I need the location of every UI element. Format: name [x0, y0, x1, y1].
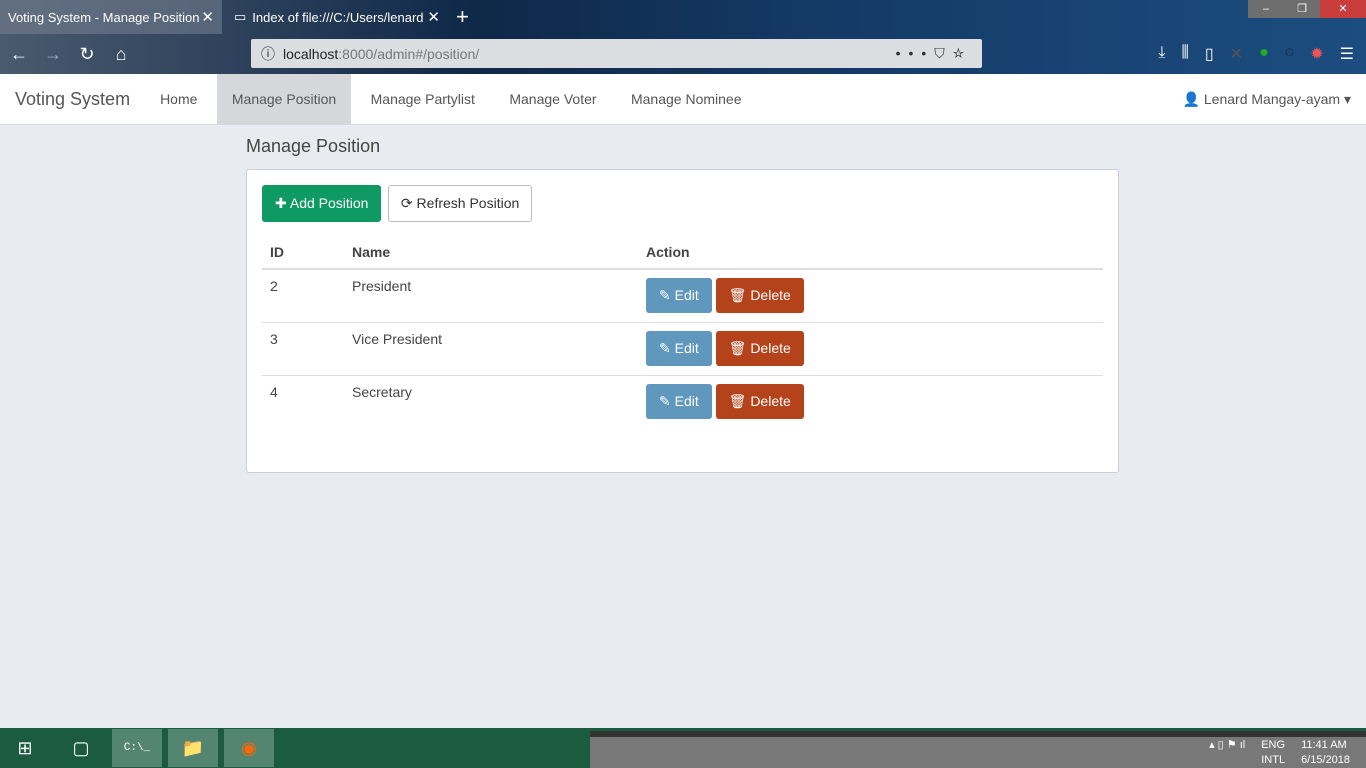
extension-ring-icon[interactable]: ◌ [1285, 44, 1295, 64]
col-action: Action [638, 236, 1103, 270]
label: Edit [674, 392, 699, 409]
label: Refresh Position [416, 195, 520, 211]
trash-icon: 🗑 [728, 339, 747, 356]
label: Add Position [289, 195, 369, 211]
new-tab-button[interactable]: + [456, 4, 469, 30]
info-icon: ⓘ [261, 45, 275, 62]
cell-id: 4 [262, 374, 344, 428]
edit-icon: ✎ [659, 392, 671, 409]
refresh-position-button[interactable]: ⟳ Refresh Position [387, 185, 533, 222]
label: Edit [674, 287, 699, 303]
table-row: 4 Secretary ✎ Edit 🗑 Delete [262, 374, 1103, 428]
extension-x-icon[interactable]: ✕ [1230, 44, 1243, 64]
cell-name: Secretary [344, 374, 638, 428]
browser-chrome: Voting System - Manage Position ✕ ▭ Index … [0, 0, 1366, 74]
trash-icon: 🗑 [728, 287, 747, 303]
tab-label: Voting System - Manage Position [8, 9, 200, 25]
brand[interactable]: Voting System [0, 89, 145, 110]
label: Delete [750, 392, 791, 409]
cell-action: ✎ Edit 🗑 Delete [638, 374, 1103, 428]
clock-time[interactable]: 11:41 AM [1301, 739, 1347, 751]
tab-voting-system[interactable]: Voting System - Manage Position ✕ [0, 0, 222, 34]
tray-icons[interactable]: ▴ ▯ ⚑ ıl [1209, 738, 1245, 768]
file-explorer-icon[interactable]: 📁 [168, 729, 218, 767]
user-name: Lenard Mangay-ayam [1203, 90, 1341, 107]
library-icon[interactable]: ⫼ [1181, 44, 1188, 64]
extension-green-icon[interactable]: ● [1259, 44, 1269, 64]
taskbar: ⊞ ▢ C:\_ 📁 ◉ ▴ ▯ ⚑ ıl ENG INTL 11:41 AM 6/… [0, 728, 1366, 768]
task-view-icon[interactable]: ▢ [56, 729, 106, 767]
clock-date[interactable]: 6/15/2018 [1301, 754, 1350, 766]
address-bar[interactable]: ⓘ localhost:8000/admin#/position/ •••⛉☆ [251, 39, 982, 68]
cell-name: Vice President [344, 321, 638, 375]
pocket-icon[interactable]: ⛉ [934, 45, 953, 61]
bookmark-star-icon[interactable]: ☆ [953, 45, 972, 61]
url-host: localhost [283, 45, 339, 62]
system-tray: ▴ ▯ ⚑ ıl ENG INTL 11:41 AM 6/15/2018 [590, 731, 1366, 768]
edit-button[interactable]: ✎ Edit [646, 330, 712, 366]
restore-button[interactable]: ❐ [1284, 0, 1320, 18]
cell-action: ✎ Edit 🗑 Delete [638, 268, 1103, 322]
tab-label: Index of file:///C:/Users/lenard [252, 9, 424, 25]
firefox-icon[interactable]: ◉ [224, 729, 274, 767]
cell-id: 3 [262, 321, 344, 375]
tab-index-of-file[interactable]: ▭ Index of file:///C:/Users/lenard ✕ [226, 0, 448, 34]
app-navbar: Voting System Home Manage Position Manag… [0, 74, 1366, 125]
delete-button[interactable]: 🗑 Delete [715, 383, 804, 419]
col-name: Name [344, 236, 638, 270]
edit-icon: ✎ [659, 287, 671, 303]
url-path: :8000/admin#/position/ [338, 45, 480, 62]
nav-manage-position[interactable]: Manage Position [216, 74, 352, 124]
plus-icon: ✚ [275, 195, 287, 211]
cell-action: ✎ Edit 🗑 Delete [638, 321, 1103, 375]
col-id: ID [262, 236, 344, 270]
caret-down-icon: ▾ [1343, 90, 1351, 107]
extension-orange-icon[interactable]: ✹ [1310, 44, 1323, 64]
sidebar-icon[interactable]: ▯ [1205, 44, 1214, 64]
download-icon[interactable]: ⤓ [1158, 44, 1165, 64]
edit-icon: ✎ [659, 339, 671, 356]
cmd-icon[interactable]: C:\_ [112, 729, 162, 767]
edit-button[interactable]: ✎ Edit [646, 383, 712, 419]
menu-icon[interactable]: ☰ [1340, 44, 1354, 64]
table-row: 3 Vice President ✎ Edit 🗑 Delete [262, 321, 1103, 375]
close-icon[interactable]: ✕ [427, 8, 440, 26]
add-position-button[interactable]: ✚ Add Position [262, 185, 382, 222]
delete-button[interactable]: 🗑 Delete [715, 278, 804, 313]
user-menu[interactable]: 👤 Lenard Mangay-ayam ▾ [1183, 91, 1351, 108]
forward-icon[interactable]: → [38, 44, 68, 65]
lang-variant[interactable]: INTL [1261, 754, 1285, 766]
label: Delete [750, 339, 791, 356]
lang[interactable]: ENG [1261, 739, 1285, 751]
page-icon: ▭ [234, 9, 247, 24]
positions-table: ID Name Action 2 President ✎ Edit 🗑 Dele… [262, 236, 1103, 428]
refresh-icon: ⟳ [400, 195, 413, 211]
nav-manage-partylist[interactable]: Manage Partylist [356, 74, 490, 124]
home-icon[interactable]: ⌂ [106, 44, 136, 65]
cell-name: President [344, 268, 638, 322]
nav-manage-nominee[interactable]: Manage Nominee [616, 74, 757, 124]
trash-icon: 🗑 [728, 392, 747, 409]
label: Delete [750, 287, 791, 303]
nav-home[interactable]: Home [145, 74, 212, 124]
close-icon[interactable]: ✕ [201, 8, 214, 26]
start-windows-icon[interactable]: ⊞ [0, 729, 50, 767]
cell-id: 2 [262, 268, 344, 322]
back-icon[interactable]: ← [4, 44, 34, 65]
table-row: 2 President ✎ Edit 🗑 Delete [262, 268, 1103, 322]
reload-icon[interactable]: ↻ [72, 44, 102, 65]
edit-button[interactable]: ✎ Edit [646, 278, 712, 313]
nav-manage-voter[interactable]: Manage Voter [494, 74, 611, 124]
label: Edit [674, 339, 699, 356]
more-icon[interactable]: ••• [896, 45, 935, 61]
page-title: Manage Position [246, 136, 381, 156]
user-icon: 👤 [1182, 90, 1200, 107]
delete-button[interactable]: 🗑 Delete [715, 330, 804, 366]
window-close-button[interactable]: ✕ [1320, 0, 1366, 18]
positions-panel: ✚ Add Position ⟳ Refresh Position ID Nam… [246, 169, 1119, 473]
minimize-button[interactable]: – [1248, 0, 1284, 18]
